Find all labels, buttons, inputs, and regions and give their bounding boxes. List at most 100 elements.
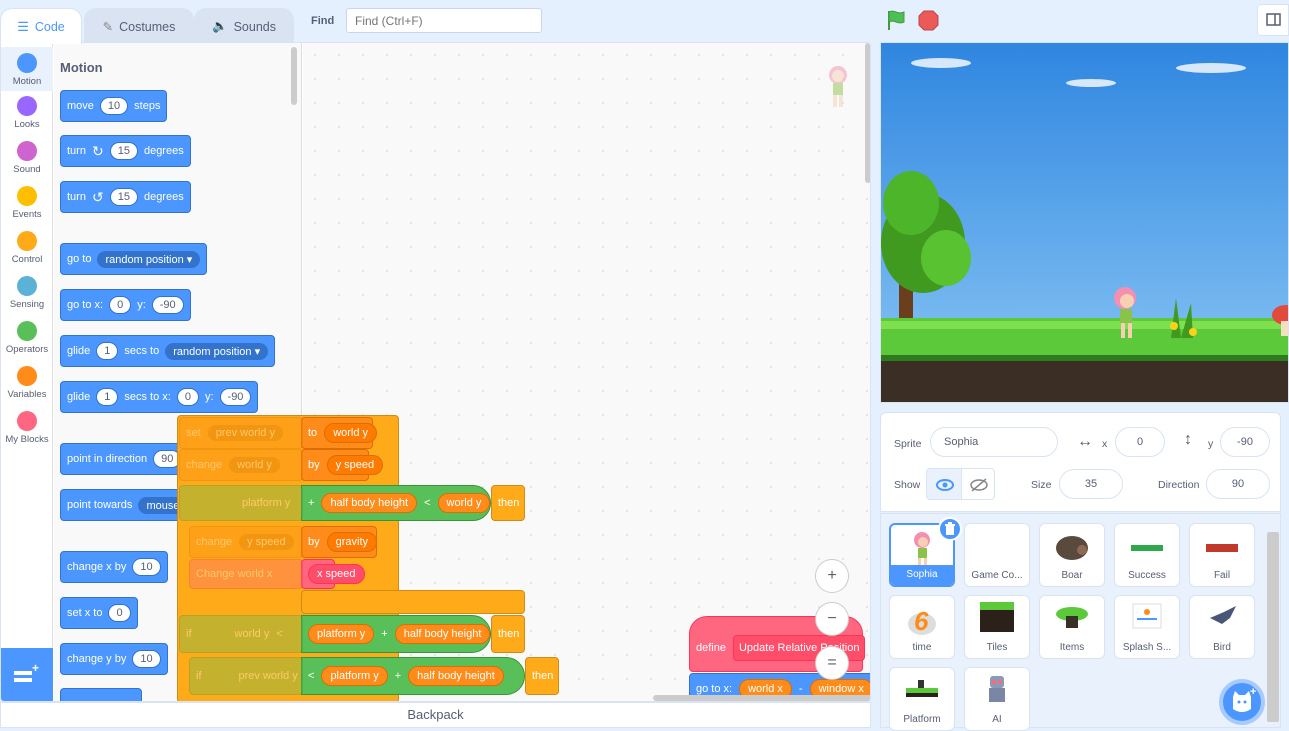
block-change-x[interactable]: change x by 10	[60, 551, 168, 583]
category-sound[interactable]: Sound	[1, 138, 53, 175]
block-input[interactable]: 0	[109, 296, 132, 314]
var-reporter[interactable]: world y	[324, 423, 378, 443]
fail-thumb-icon	[1206, 544, 1238, 552]
show-hidden-button[interactable]	[961, 468, 995, 500]
block-glide-xy[interactable]: glide 1 secs to x: 0 y: -90	[60, 381, 259, 413]
block-dropdown[interactable]: random position ▾	[97, 250, 201, 268]
sprite-tile-time[interactable]: 6 time	[889, 595, 955, 659]
block-input[interactable]: 0	[176, 388, 199, 406]
sprite-tile-splash[interactable]: Splash S...	[1114, 595, 1180, 659]
category-operators[interactable]: Operators	[1, 318, 53, 355]
change-worldx-block[interactable]: x speed	[301, 559, 365, 589]
backpack-bar[interactable]: Backpack	[0, 702, 871, 728]
block-input[interactable]: 0	[108, 604, 131, 622]
events-dot-icon	[17, 186, 37, 206]
sprite-list-scrollbar[interactable]	[1267, 532, 1279, 722]
category-variables[interactable]: Variables	[1, 363, 53, 400]
category-control[interactable]: Control	[1, 228, 53, 265]
block-input[interactable]: 10	[132, 558, 161, 576]
sprite-tile-items[interactable]: Items	[1039, 595, 1105, 659]
sprite-watermark-icon	[829, 66, 847, 107]
block-input[interactable]: 1	[96, 342, 119, 360]
stage-layout-button[interactable]	[1257, 4, 1289, 36]
green-flag-icon[interactable]	[885, 9, 907, 31]
add-sprite-button[interactable]: +	[1219, 679, 1265, 725]
block-input[interactable]: 15	[109, 142, 138, 160]
category-looks[interactable]: Looks	[1, 93, 53, 130]
direction-label: Direction	[1158, 479, 1200, 491]
category-my-blocks[interactable]: My Blocks	[1, 408, 53, 445]
block-text: by	[308, 536, 320, 548]
find-input[interactable]	[346, 8, 542, 33]
if2-condition[interactable]: platform y + half body height	[301, 615, 491, 653]
zoom-reset-icon: =	[827, 654, 837, 671]
var-reporter[interactable]: world y	[437, 493, 491, 513]
add-extension-button[interactable]: +	[1, 648, 53, 701]
set-block[interactable]: to world y	[301, 417, 378, 449]
block-move[interactable]: move 10 steps	[60, 90, 168, 122]
block-input[interactable]: 1	[96, 388, 119, 406]
sprite-tile-ai[interactable]: AI	[964, 667, 1030, 731]
sprite-tile-game-controller[interactable]: Game Co...	[964, 523, 1030, 587]
block-change-y[interactable]: change y by 10	[60, 643, 168, 675]
block-input[interactable]: 15	[109, 188, 138, 206]
change-yspeed-block[interactable]: by gravity	[301, 526, 378, 558]
sprite-tile-success[interactable]: Success	[1114, 523, 1180, 587]
var-reporter[interactable]: platform y	[308, 624, 375, 644]
block-input[interactable]: 10	[132, 650, 161, 668]
category-motion[interactable]: Motion	[1, 47, 53, 91]
var-reporter[interactable]: y speed	[326, 455, 384, 475]
var-reporter[interactable]: half body height	[408, 666, 504, 686]
sprite-tile-fail[interactable]: Fail	[1189, 523, 1255, 587]
var-reporter[interactable]: platform y	[321, 666, 388, 686]
sprite-tile-boar[interactable]: Boar	[1039, 523, 1105, 587]
block-goto[interactable]: go to random position ▾	[60, 243, 208, 275]
x-input[interactable]: 0	[1115, 427, 1165, 457]
block-dropdown[interactable]: random position ▾	[165, 342, 269, 360]
palette-scrollbar[interactable]	[291, 47, 297, 105]
block-point-direction[interactable]: point in direction 90	[60, 443, 189, 475]
var-reporter[interactable]: half body height	[394, 624, 491, 644]
tab-costumes[interactable]: ✎ Costumes	[84, 8, 194, 44]
var-reporter[interactable]: x speed	[308, 564, 365, 584]
if-condition[interactable]: + half body height < world y	[301, 485, 491, 521]
block-input[interactable]: 10	[99, 97, 129, 115]
direction-input[interactable]: 90	[1206, 469, 1270, 499]
category-events[interactable]: Events	[1, 183, 53, 220]
block-set-x[interactable]: set x to 0	[60, 597, 138, 629]
stage-canvas[interactable]	[880, 42, 1289, 403]
tab-code[interactable]: ☰ Code	[0, 8, 82, 44]
show-visible-button[interactable]	[926, 468, 962, 500]
sprite-name-input[interactable]: Sophia	[930, 427, 1058, 457]
size-input[interactable]: 35	[1059, 469, 1123, 499]
category-sensing[interactable]: Sensing	[1, 273, 53, 310]
sprite-tile-bird[interactable]: Bird	[1189, 595, 1255, 659]
block-turn-right[interactable]: turn ↻ 15 degrees	[60, 135, 191, 167]
block-text: glide	[67, 345, 91, 357]
zoom-out-button[interactable]: −	[815, 602, 849, 636]
zoom-in-button[interactable]: +	[815, 559, 849, 593]
sprite-tile-tiles[interactable]: Tiles	[964, 595, 1030, 659]
delete-sprite-button[interactable]	[938, 517, 962, 541]
workspace-vscrollbar[interactable]	[865, 43, 870, 183]
var-reporter[interactable]: gravity	[326, 532, 378, 552]
block-input[interactable]: -90	[151, 296, 184, 314]
script-workspace[interactable]: to world y by y speed + half body height <…	[177, 43, 870, 701]
block-glide[interactable]: glide 1 secs to random position ▾	[60, 335, 276, 367]
block-goto-xy[interactable]: go to x: 0 y: -90	[60, 289, 191, 321]
if3-condition[interactable]: < platform y + half body height	[301, 657, 525, 695]
var-reporter[interactable]: half body height	[321, 493, 418, 513]
sprite-name: Fail	[1213, 570, 1231, 581]
bird-thumb-icon	[1210, 606, 1236, 624]
tab-sounds[interactable]: 🔈 Sounds	[194, 8, 294, 44]
block-partial[interactable]	[60, 688, 142, 701]
block-text: define	[696, 642, 726, 654]
stop-icon[interactable]	[918, 10, 939, 31]
y-input[interactable]: -90	[1220, 427, 1270, 457]
workspace-hscrollbar[interactable]	[653, 695, 870, 701]
block-turn-left[interactable]: turn ↺ 15 degrees	[60, 181, 191, 213]
zoom-reset-button[interactable]: =	[815, 646, 849, 680]
change-block[interactable]: by y speed	[301, 449, 384, 481]
block-input[interactable]: -90	[219, 388, 252, 406]
sprite-tile-platform[interactable]: Platform	[889, 667, 955, 731]
